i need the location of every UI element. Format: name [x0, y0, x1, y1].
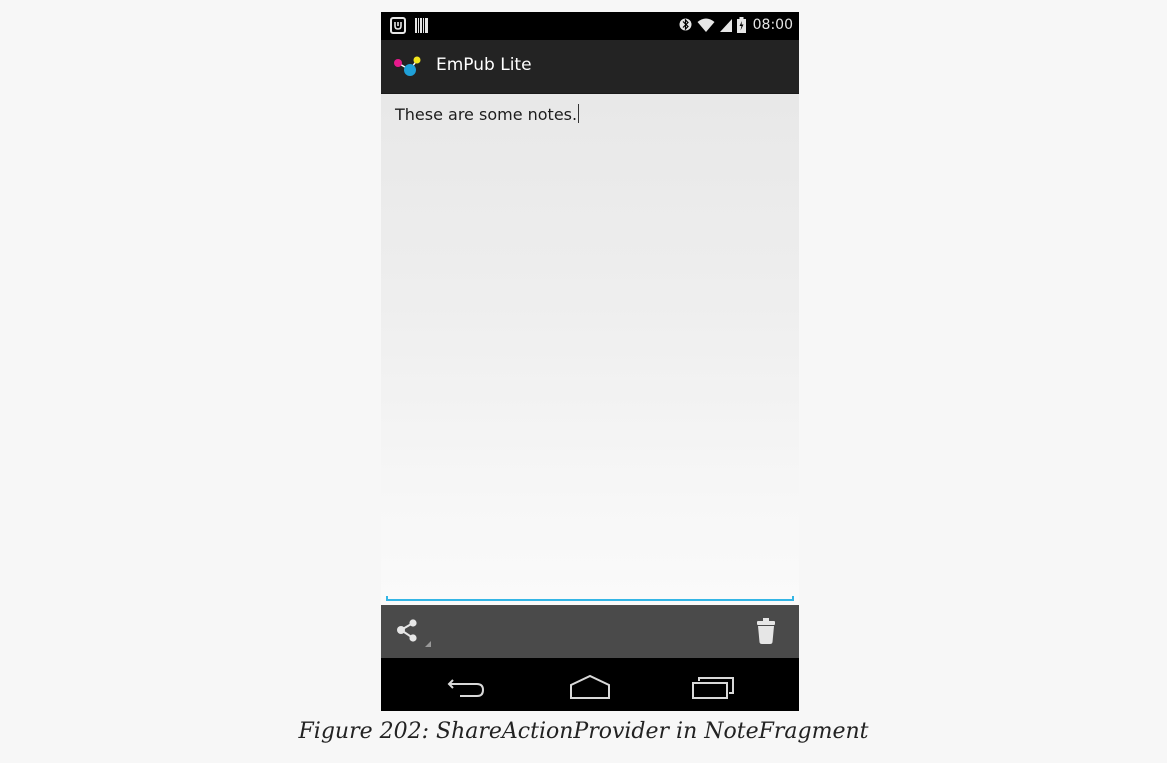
status-bar-notifications [390, 17, 429, 34]
home-icon[interactable] [555, 668, 625, 702]
empub-logo-icon[interactable] [393, 54, 423, 80]
app-title: EmPub Lite [436, 55, 532, 75]
status-bar-system-icons: 08:00 [679, 16, 793, 33]
signal-icon [719, 18, 732, 32]
note-editor-area[interactable]: These are some notes. [381, 94, 799, 605]
trash-icon[interactable] [751, 614, 781, 648]
back-icon[interactable] [433, 668, 503, 702]
edit-text-underline [386, 596, 794, 601]
device-screen: 08:00 EmPub Lite These are some notes. [381, 12, 799, 711]
wifi-icon [697, 18, 715, 32]
split-action-bar [381, 605, 799, 658]
note-text-field[interactable]: These are some notes. [395, 104, 580, 124]
notification-app-icon [390, 17, 406, 34]
action-bar: EmPub Lite [381, 40, 799, 94]
note-text: These are some notes. [395, 105, 578, 124]
status-time: 08:00 [752, 16, 793, 33]
share-icon[interactable] [391, 613, 435, 653]
status-bar: 08:00 [381, 12, 799, 40]
bluetooth-icon [679, 18, 692, 31]
battery-icon [736, 16, 746, 33]
barcode-icon [415, 18, 428, 33]
navigation-bar [381, 658, 799, 711]
recents-icon[interactable] [677, 668, 747, 702]
text-cursor [578, 104, 580, 123]
figure-caption: Figure 202: ShareActionProvider in NoteF… [298, 719, 869, 744]
